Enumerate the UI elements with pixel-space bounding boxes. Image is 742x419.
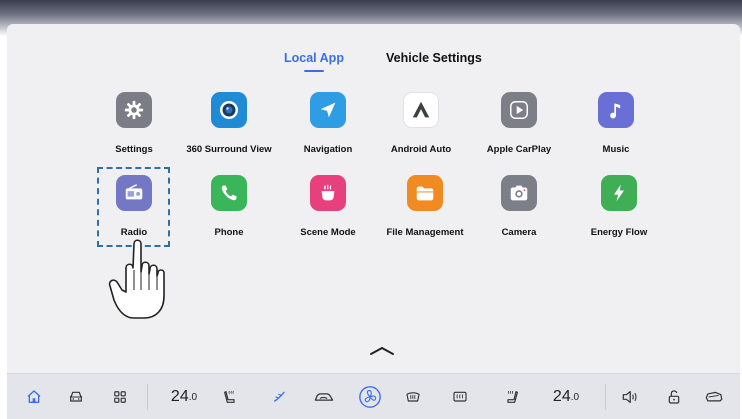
- app-label: Settings: [115, 144, 153, 155]
- driver-temperature-decimal: .0: [188, 391, 198, 403]
- app-energy-flow[interactable]: Energy Flow: [572, 175, 666, 245]
- passenger-temperature-decimal: .0: [570, 391, 580, 403]
- passenger-temperature[interactable]: 24.0: [544, 374, 588, 419]
- seat-heat-right-icon[interactable]: [499, 374, 525, 419]
- car-front-icon[interactable]: [63, 374, 89, 419]
- app-music[interactable]: Music: [569, 92, 663, 162]
- bottom-dock: 24.0 24.0: [7, 373, 740, 419]
- app-scene-mode[interactable]: Scene Mode: [281, 175, 375, 245]
- selection-highlight: [97, 167, 170, 247]
- car-infotainment-screen: Local App Vehicle Settings Settings 360 …: [0, 0, 742, 419]
- app-label: File Management: [386, 227, 464, 238]
- app-settings[interactable]: Settings: [87, 92, 181, 162]
- folder-icon: [407, 175, 443, 211]
- app-navigation[interactable]: Navigation: [281, 92, 375, 162]
- rear-defrost-icon[interactable]: [447, 374, 473, 419]
- app-file-management[interactable]: File Management: [378, 175, 472, 245]
- lightning-icon: [601, 175, 637, 211]
- gear-icon: [116, 92, 152, 128]
- app-360-surround-view[interactable]: 360 Surround View: [182, 92, 276, 162]
- app-phone[interactable]: Phone: [182, 175, 276, 245]
- app-android-auto[interactable]: Android Auto: [374, 92, 468, 162]
- dock-divider: [605, 384, 606, 410]
- android-auto-icon: [403, 92, 439, 128]
- phone-icon: [211, 175, 247, 211]
- app-label: Scene Mode: [300, 227, 356, 238]
- app-label: Energy Flow: [590, 227, 648, 238]
- carplay-play-icon: [501, 92, 537, 128]
- tap-hand-icon: [108, 236, 170, 327]
- driver-temperature[interactable]: 24.0: [162, 374, 206, 419]
- app-label: Music: [602, 144, 630, 155]
- tab-local-app[interactable]: Local App: [284, 51, 344, 65]
- camera-icon: [501, 175, 537, 211]
- unlock-icon[interactable]: [661, 374, 687, 419]
- car-rear-icon[interactable]: [700, 374, 728, 419]
- front-defrost-icon[interactable]: [400, 374, 426, 419]
- cup-icon: [310, 175, 346, 211]
- volume-icon[interactable]: [617, 374, 645, 419]
- tab-vehicle-settings[interactable]: Vehicle Settings: [386, 51, 482, 65]
- fan-icon[interactable]: [355, 374, 385, 419]
- active-tab-indicator: [304, 70, 324, 72]
- tab-bar: Local App Vehicle Settings: [0, 51, 742, 75]
- app-label: Android Auto: [390, 144, 452, 155]
- app-label: Apple CarPlay: [486, 144, 552, 155]
- seat-heat-left-icon[interactable]: [217, 374, 243, 419]
- dock-divider: [147, 384, 148, 410]
- camera-lens-icon: [211, 92, 247, 128]
- chevron-up-icon[interactable]: [369, 343, 395, 361]
- app-camera[interactable]: Camera: [472, 175, 566, 245]
- passenger-temperature-value: 24: [552, 388, 571, 405]
- recirculation-car-icon[interactable]: [310, 374, 338, 419]
- app-grid-icon[interactable]: [107, 374, 133, 419]
- navigation-arrow-icon: [310, 92, 346, 128]
- app-label: Camera: [501, 227, 537, 238]
- app-apple-carplay[interactable]: Apple CarPlay: [472, 92, 566, 162]
- fan-airflow-icon[interactable]: [267, 374, 293, 419]
- app-label: Phone: [214, 227, 244, 238]
- home-icon[interactable]: [21, 374, 47, 419]
- music-note-icon: [598, 92, 634, 128]
- app-label: 360 Surround View: [186, 144, 272, 155]
- app-label: Navigation: [303, 144, 353, 155]
- driver-temperature-value: 24: [170, 388, 189, 405]
